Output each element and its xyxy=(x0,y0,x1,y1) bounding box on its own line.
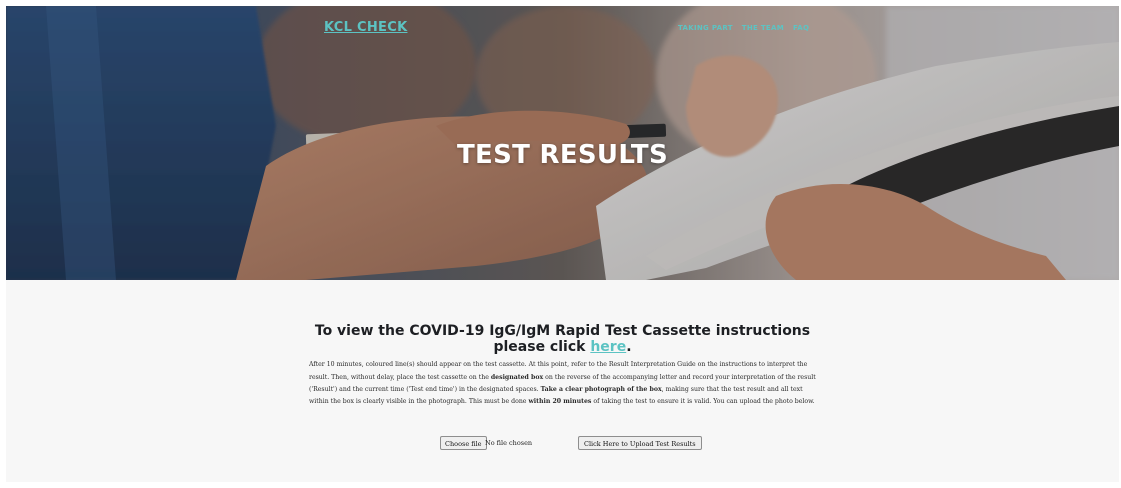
upload-test-results-button[interactable]: Click Here to Upload Test Results xyxy=(578,436,702,450)
paragraph-bold-within-20-minutes: within 20 minutes xyxy=(528,398,592,406)
instructions-heading-period: . xyxy=(626,339,632,355)
nav-link-faq[interactable]: FAQ xyxy=(793,24,809,32)
brand-logo-link[interactable]: KCL CHECK xyxy=(324,20,407,35)
instructions-heading-text: To view the COVID-19 IgG/IgM Rapid Test … xyxy=(314,323,811,355)
nav-link-the-team[interactable]: THE TEAM xyxy=(742,24,784,32)
file-status-text: No file chosen xyxy=(485,439,533,447)
nav-link-taking-part[interactable]: TAKING PART xyxy=(678,24,733,32)
instructions-heading: To view the COVID-19 IgG/IgM Rapid Test … xyxy=(306,323,819,355)
paragraph-bold-take-photo: Take a clear photograph of the box xyxy=(540,386,662,393)
instructions-paragraph: After 10 minutes, coloured line(s) shoul… xyxy=(309,359,824,409)
choose-file-button[interactable]: Choose file xyxy=(440,436,487,450)
paragraph-bold-designated-box: designated box xyxy=(490,373,544,381)
hero-banner: KCL CHECK TAKING PART THE TEAM FAQ TEST … xyxy=(6,6,1119,280)
top-navigation: TAKING PART THE TEAM FAQ xyxy=(678,24,809,32)
upload-row: Choose file No file chosen Click Here to… xyxy=(6,436,1119,452)
main-content: To view the COVID-19 IgG/IgM Rapid Test … xyxy=(6,280,1119,482)
page: KCL CHECK TAKING PART THE TEAM FAQ TEST … xyxy=(0,0,1121,488)
instructions-here-link[interactable]: here xyxy=(590,339,626,355)
paragraph-text-4: of taking the test to ensure it is valid… xyxy=(591,398,815,406)
page-title: TEST RESULTS xyxy=(457,140,668,170)
